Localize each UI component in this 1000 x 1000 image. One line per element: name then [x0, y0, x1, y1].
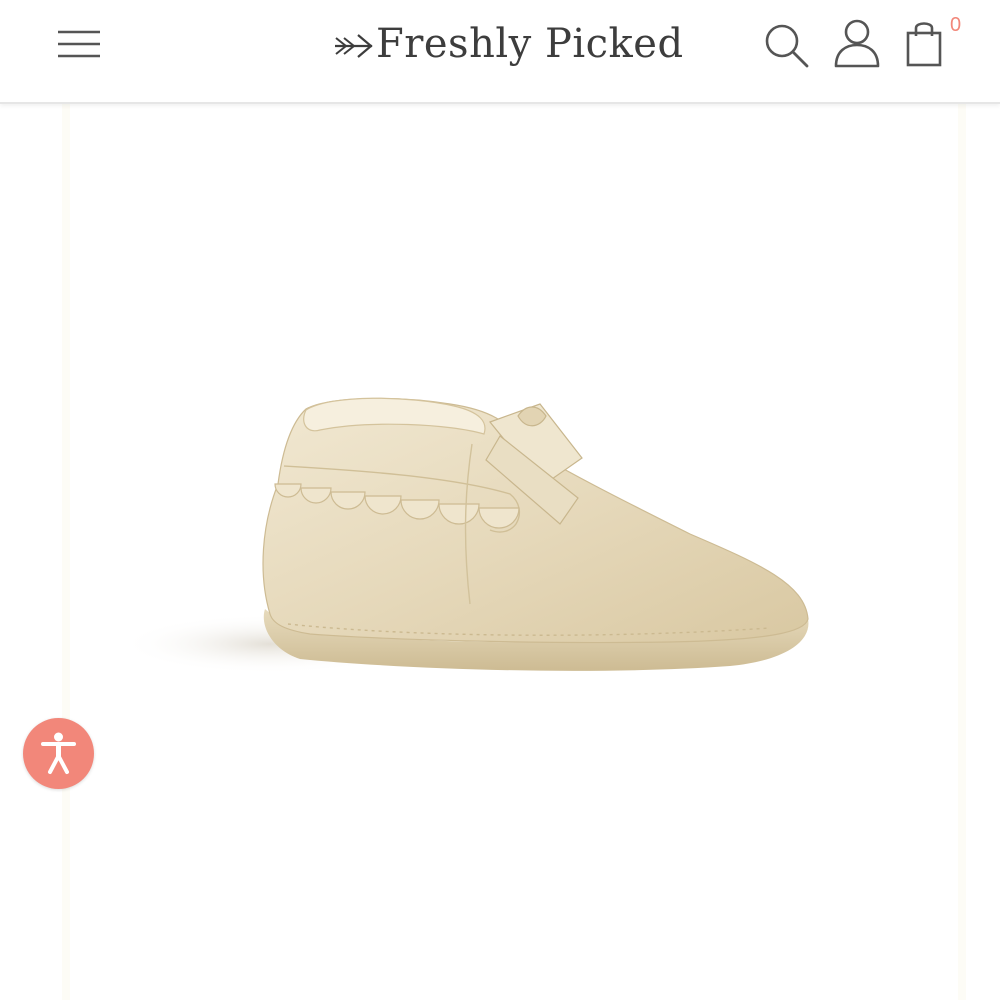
- search-icon: [765, 24, 809, 68]
- page-margin-left: [62, 104, 70, 1000]
- gold-moccasin-shoe-image: [120, 397, 809, 674]
- brand-name: Freshly Picked: [376, 21, 684, 67]
- user-icon: [834, 19, 880, 68]
- arrow-logo-icon: [335, 34, 373, 58]
- cart-count-badge: 0: [950, 14, 962, 36]
- menu-button[interactable]: [56, 26, 102, 62]
- account-button[interactable]: [830, 18, 884, 70]
- shopping-bag-icon: [906, 22, 942, 67]
- search-button[interactable]: [762, 20, 812, 70]
- page-margin-right: [958, 104, 966, 1000]
- site-header: Freshly Picked 0: [0, 0, 1000, 104]
- accessibility-button[interactable]: [23, 718, 94, 789]
- hamburger-menu-icon: [58, 30, 100, 58]
- accessibility-person-icon: [41, 732, 76, 774]
- cart-button[interactable]: 0: [902, 14, 972, 72]
- product-image[interactable]: [70, 104, 958, 1000]
- brand-logo[interactable]: Freshly Picked: [334, 14, 684, 74]
